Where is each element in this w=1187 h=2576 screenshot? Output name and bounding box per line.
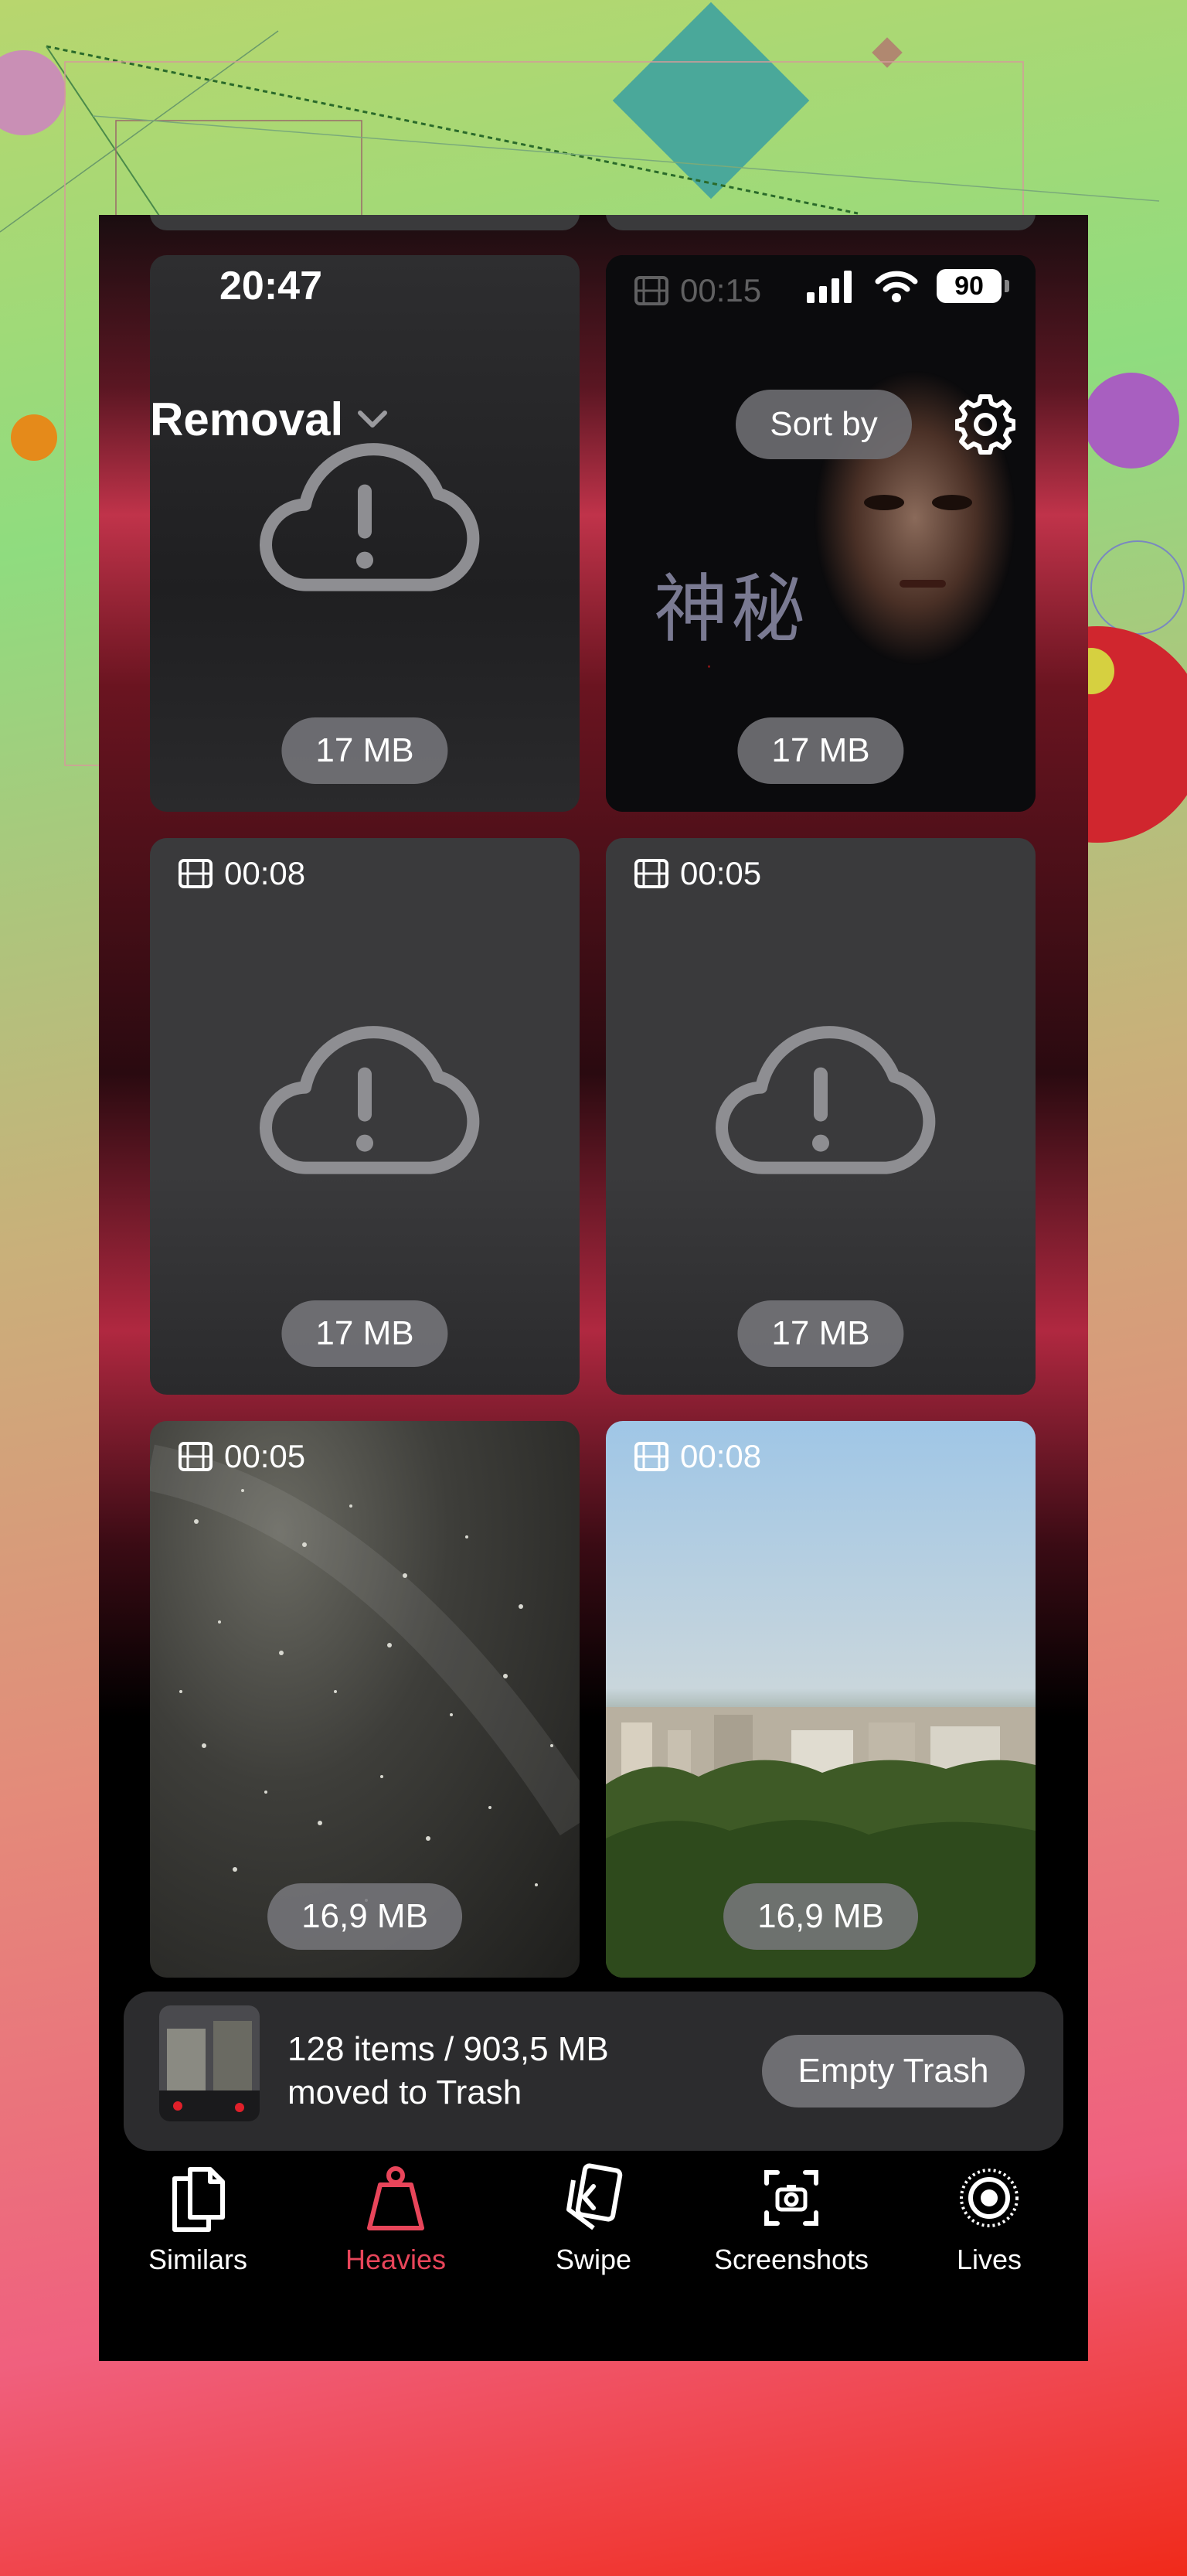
size-badge: 16,9 MB: [723, 1883, 918, 1950]
media-card[interactable]: · 神秘 00:15 17 MB: [606, 255, 1036, 812]
card-partial[interactable]: [606, 215, 1036, 230]
page-title: Removal: [150, 394, 344, 445]
size-badge: 16,9 MB: [267, 1883, 462, 1950]
duration-text: 00:05: [680, 855, 762, 891]
media-card[interactable]: 00:05 16,9 MB: [150, 1421, 580, 1978]
size-badge: 17 MB: [281, 717, 448, 784]
duration-text: 00:08: [224, 855, 306, 891]
media-card[interactable]: 17 MB: [150, 255, 580, 812]
tab-label: Swipe: [555, 2244, 632, 2275]
tab-label: Heavies: [345, 2244, 447, 2275]
sort-by-button[interactable]: Sort by: [736, 390, 912, 459]
battery-icon: 90: [937, 269, 1002, 303]
wifi-icon: [875, 271, 918, 302]
swipe-icon: [566, 2163, 623, 2230]
tab-swipe[interactable]: Swipe: [495, 2163, 692, 2276]
empty-trash-button[interactable]: Empty Trash: [762, 2035, 1025, 2107]
size-badge: 17 MB: [737, 1300, 904, 1367]
trash-count: 128 items / 903,5 MB: [287, 2030, 609, 2068]
tab-screenshots[interactable]: Screenshots: [692, 2163, 890, 2276]
media-card[interactable]: 00:08 16,9 MB: [606, 1421, 1036, 1978]
video-duration: 00:08: [634, 1438, 761, 1475]
media-card[interactable]: 00:05 17 MB: [606, 838, 1036, 1395]
tab-label: Similars: [148, 2244, 247, 2275]
chevron-down-icon: [358, 410, 388, 428]
video-duration: 00:08: [178, 855, 305, 892]
film-icon: [634, 859, 668, 888]
film-icon: [634, 276, 668, 305]
card-partial[interactable]: [150, 215, 580, 230]
heavies-icon: [367, 2166, 424, 2230]
battery-tip: [1005, 280, 1009, 292]
status-time: 20:47: [219, 264, 322, 308]
video-duration: 00:05: [178, 1438, 305, 1475]
phone-screen: 17 MB · 神秘 00:15 17 MB 00:08 17 MB 00:05…: [99, 215, 1088, 2361]
signal-icon: [807, 271, 852, 303]
thumbnail-overlay-text: 神秘: [654, 566, 808, 653]
size-badge: 17 MB: [281, 1300, 448, 1367]
battery-level: 90: [954, 271, 984, 301]
cloud-error-icon: [260, 1026, 480, 1174]
gear-icon[interactable]: [955, 394, 1015, 455]
tab-label: Lives: [956, 2244, 1022, 2275]
cloud-error-icon: [260, 443, 480, 591]
tab-lives[interactable]: Lives: [890, 2163, 1088, 2276]
trash-status: moved to Trash: [287, 2073, 522, 2111]
tab-label: Screenshots: [713, 2244, 869, 2275]
svg-text:·: ·: [706, 658, 712, 677]
size-badge: 17 MB: [737, 717, 904, 784]
film-icon: [634, 1442, 668, 1471]
video-duration: 00:05: [634, 855, 761, 892]
tab-similars[interactable]: Similars: [99, 2163, 297, 2276]
duration-text: 00:05: [224, 1438, 306, 1474]
similars-icon: [172, 2167, 225, 2232]
video-duration: 00:15: [634, 272, 761, 309]
film-icon: [179, 859, 213, 888]
screenshots-icon: [764, 2170, 818, 2226]
tab-heavies[interactable]: Heavies: [297, 2163, 495, 2276]
trash-summary-bar: 128 items / 903,5 MB moved to Trash Empt…: [124, 1992, 1063, 2151]
album-selector[interactable]: Removal: [150, 393, 388, 446]
cloud-error-icon: [716, 1026, 936, 1174]
duration-text: 00:15: [680, 272, 762, 308]
trash-thumbnail: [159, 2005, 260, 2121]
duration-text: 00:08: [680, 1438, 762, 1474]
lives-icon: [960, 2169, 1019, 2227]
film-icon: [179, 1442, 213, 1471]
media-card[interactable]: 00:08 17 MB: [150, 838, 580, 1395]
